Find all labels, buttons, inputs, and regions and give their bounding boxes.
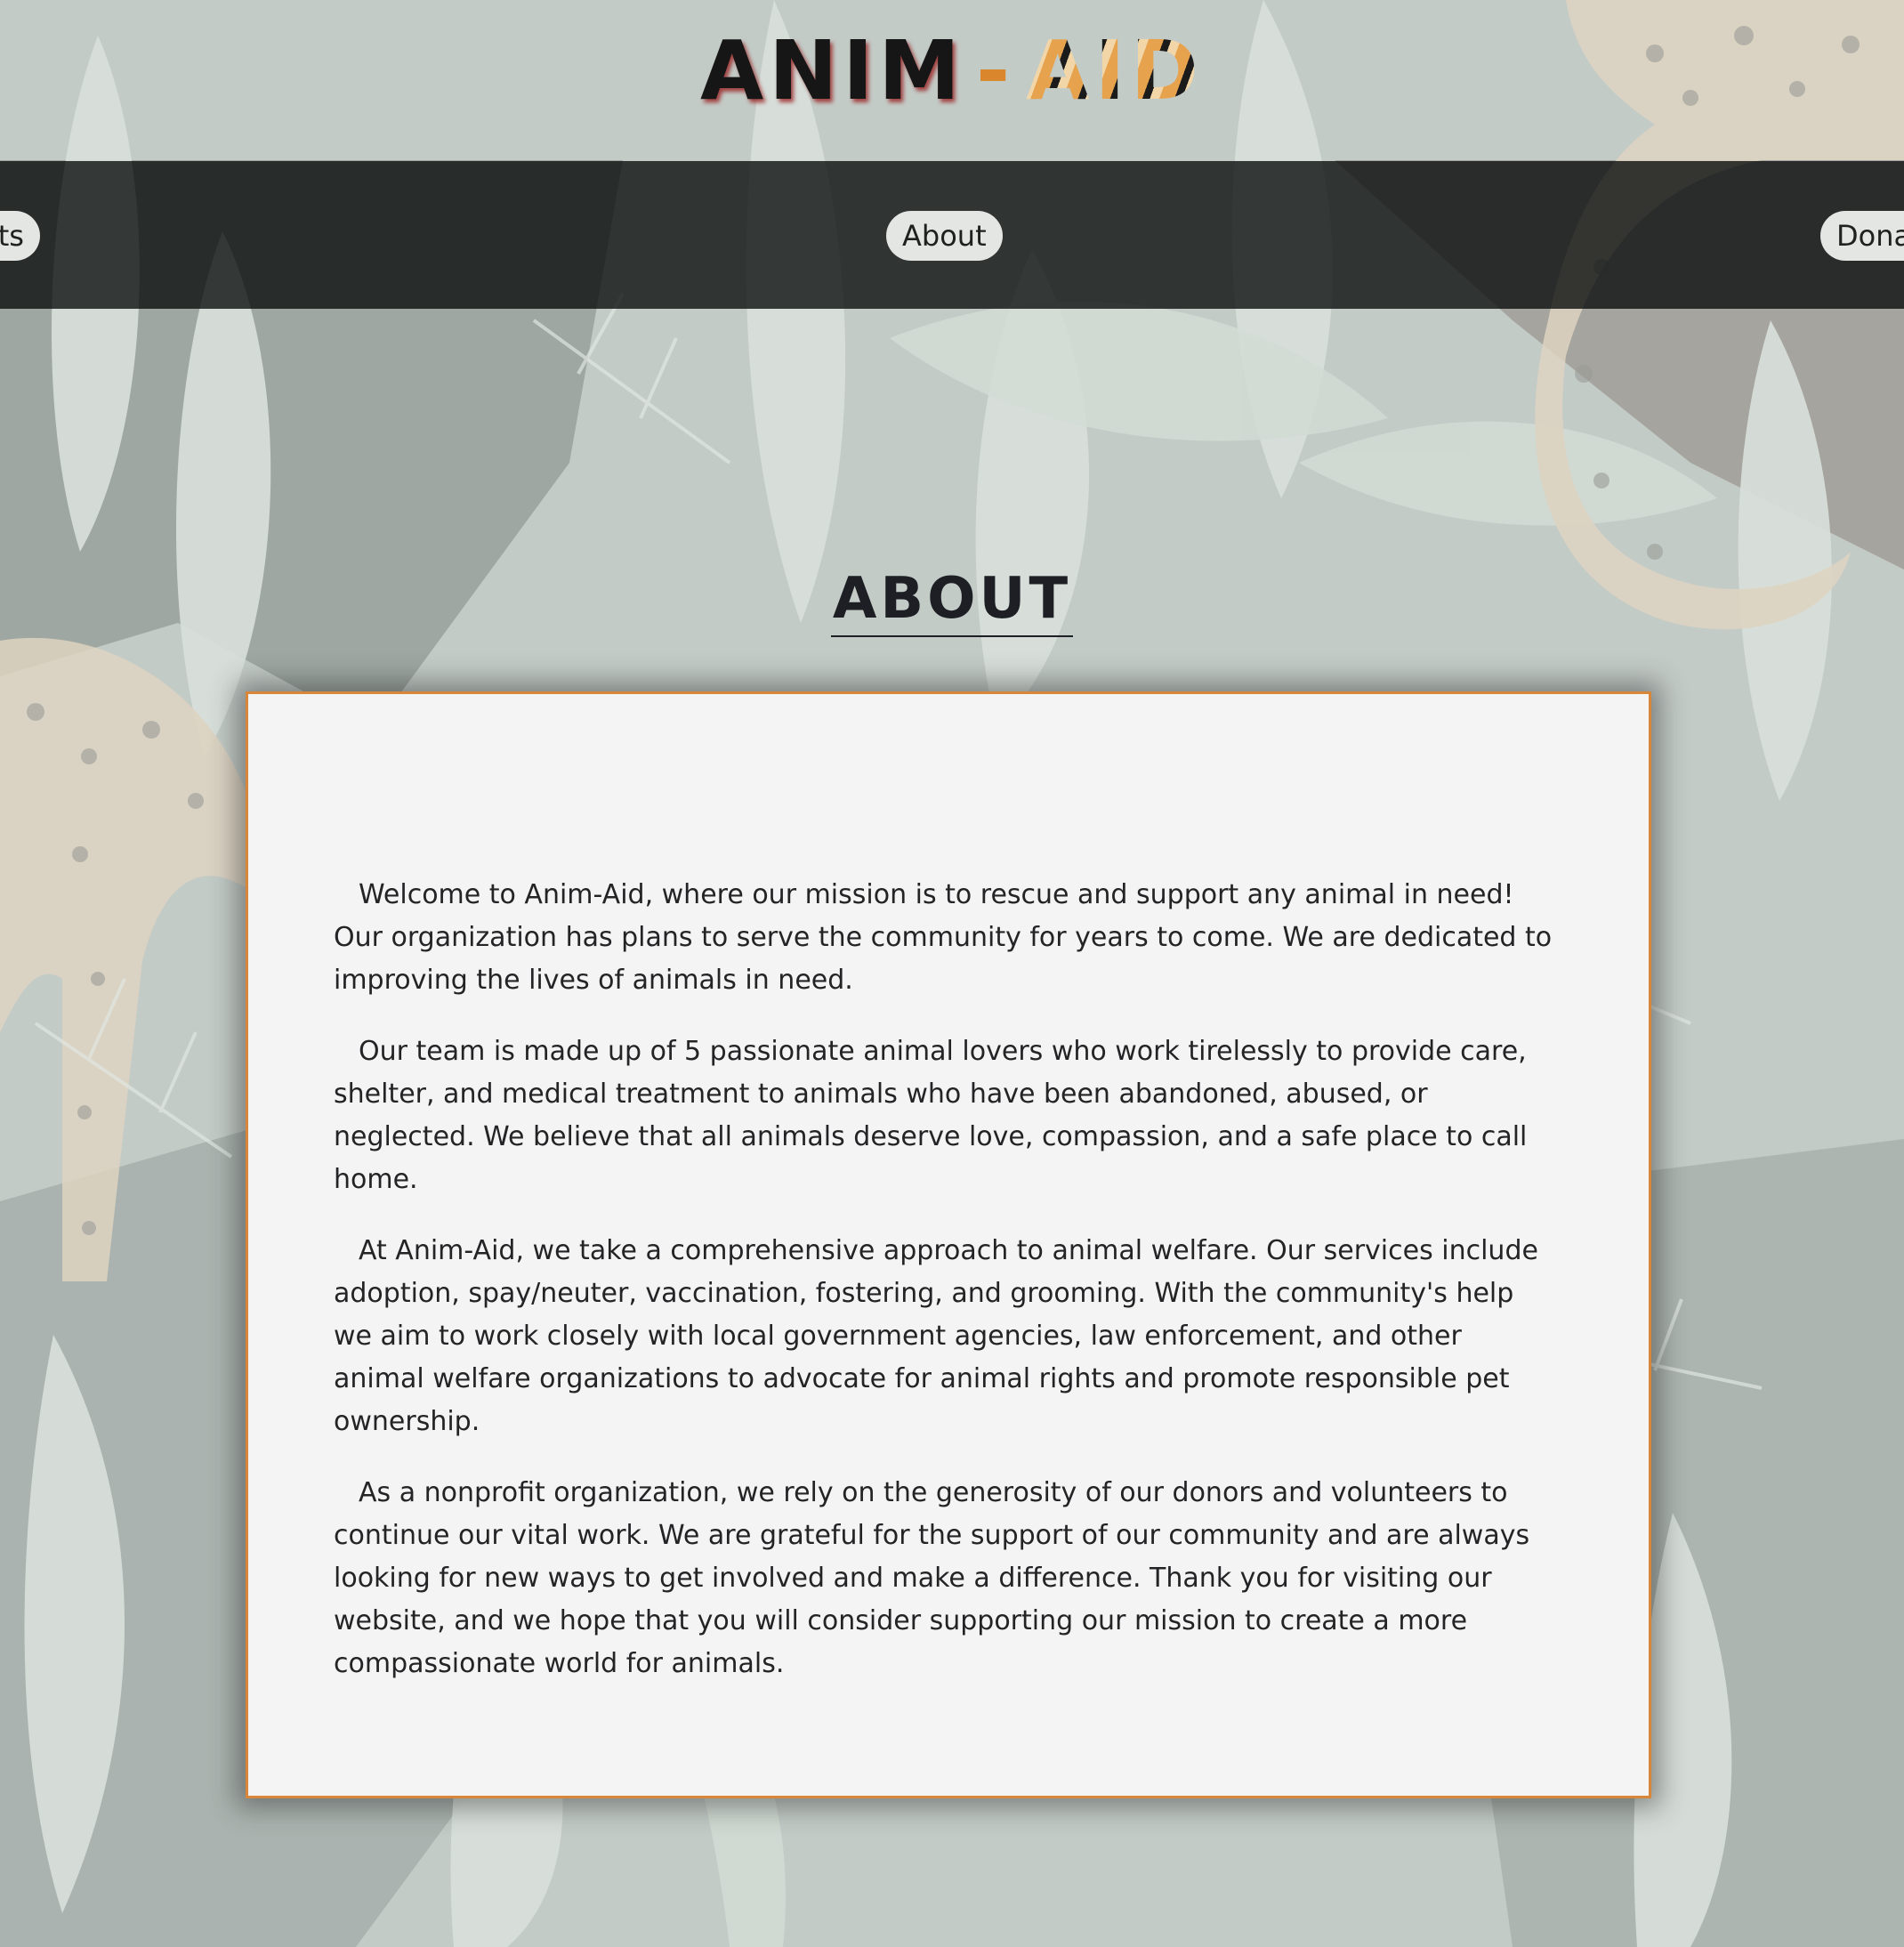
about-title-text: ABOUT	[830, 566, 1074, 637]
about-paragraph-1: Welcome to Anim-Aid, where our mission i…	[334, 879, 1553, 996]
about-paragraph-2: Our team is made up of 5 passionate anim…	[334, 1036, 1528, 1195]
main-navigation: ets About Dona	[0, 161, 1904, 309]
site-logo[interactable]: ANIM - AID	[0, 27, 1904, 116]
logo-dash: -	[975, 23, 1016, 118]
about-paragraph-3: At Anim-Aid, we take a comprehensive app…	[334, 1235, 1538, 1437]
about-content-card: Welcome to Anim-Aid, where our mission i…	[246, 691, 1651, 1798]
logo-text-part2: AID	[1026, 23, 1204, 118]
about-section-heading: ABOUT	[0, 566, 1904, 637]
nav-item-donate[interactable]: Dona	[1820, 211, 1904, 261]
about-text-body: Welcome to Anim-Aid, where our mission i…	[334, 874, 1554, 1714]
nav-item-pets[interactable]: ets	[0, 211, 40, 261]
about-paragraph-4: As a nonprofit organization, we rely on …	[334, 1477, 1530, 1679]
nav-item-about[interactable]: About	[886, 211, 1003, 261]
logo-text-part1: ANIM	[700, 23, 965, 118]
